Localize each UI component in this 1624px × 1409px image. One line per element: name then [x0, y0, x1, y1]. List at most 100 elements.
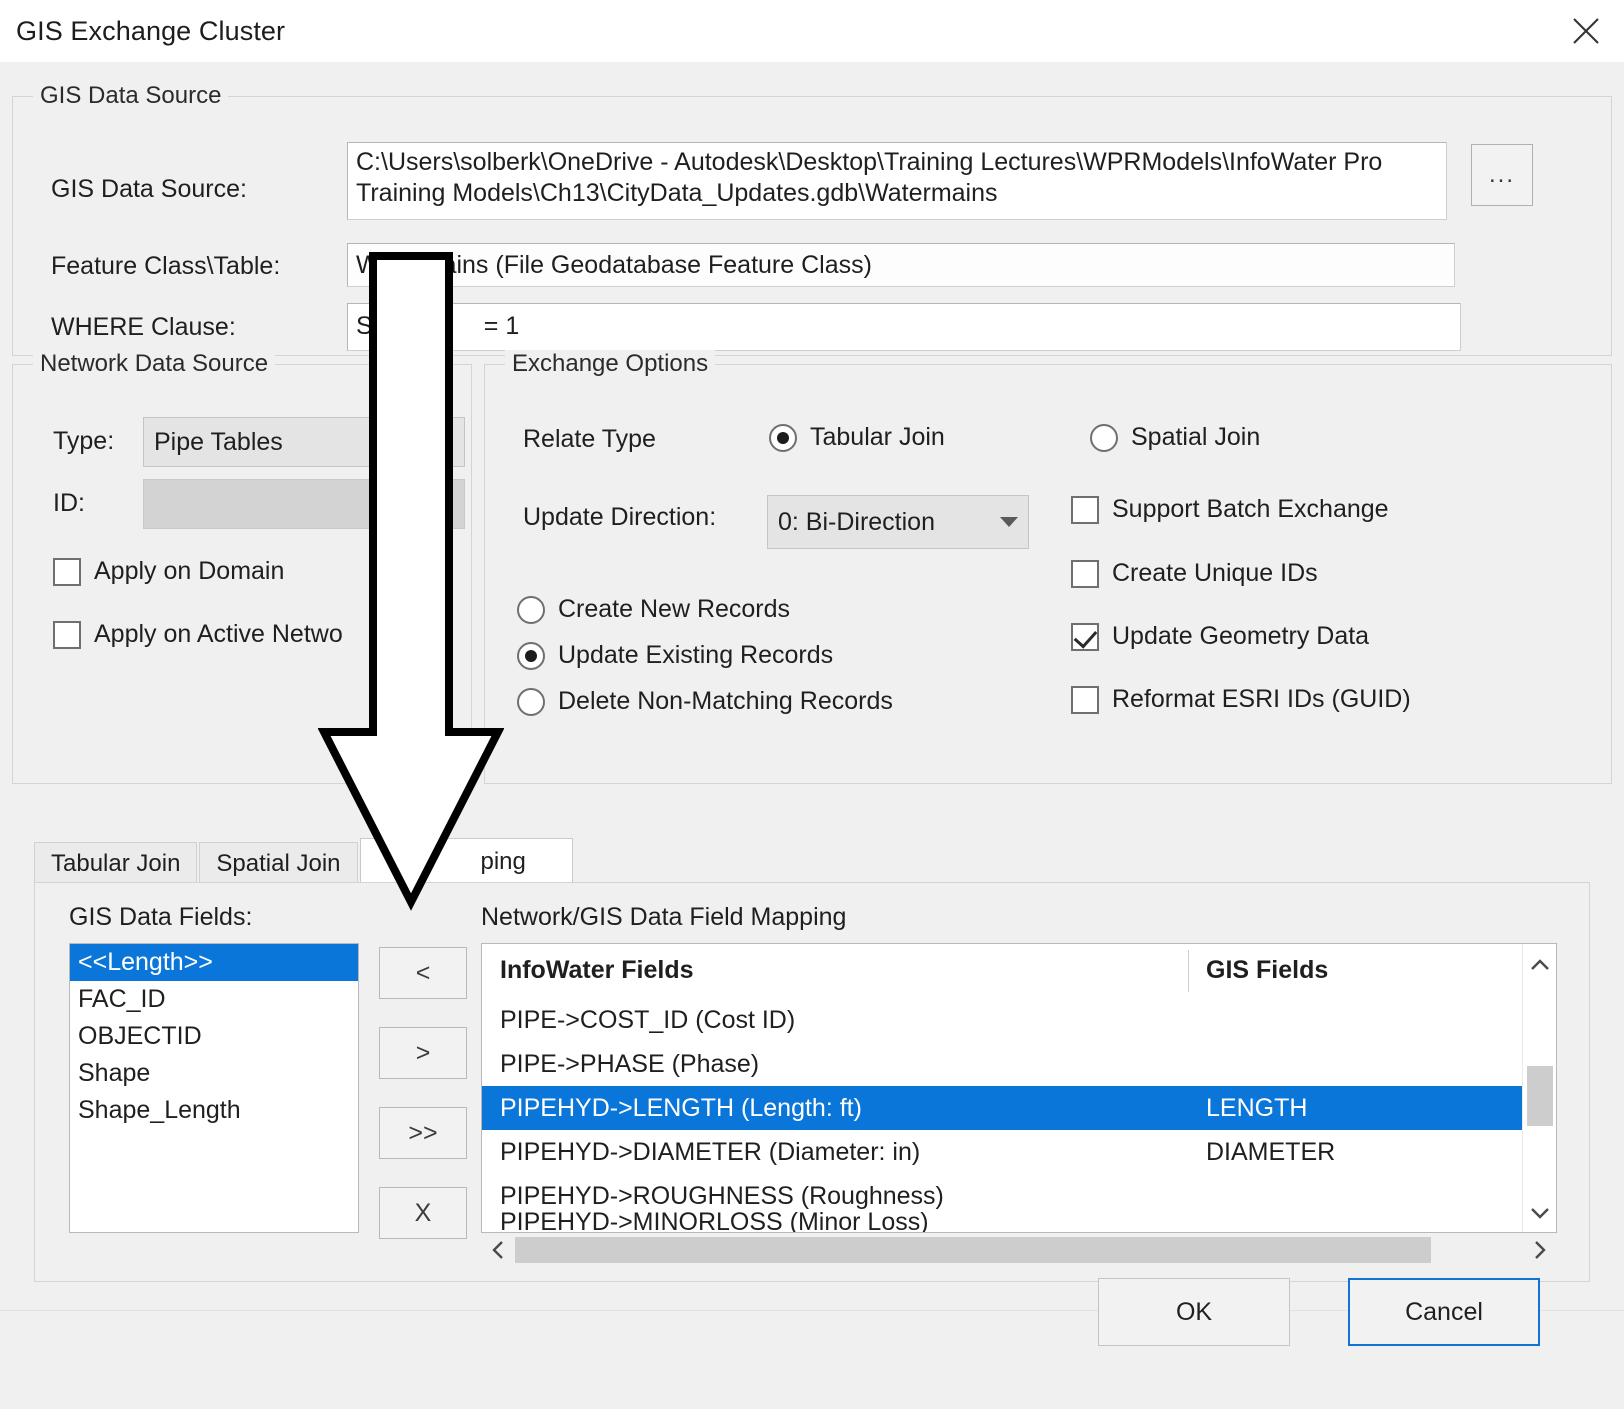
update-geometry-data-checkbox[interactable]: Update Geometry Data: [1071, 622, 1369, 651]
network-type-value: Pipe Tables: [154, 427, 283, 456]
grid-vertical-scrollbar[interactable]: [1522, 944, 1556, 1232]
tab-strip: Tabular Join Spatial Join ping: [34, 838, 575, 884]
exchange-options-legend: Exchange Options: [505, 350, 716, 378]
cancel-button[interactable]: Cancel: [1348, 1278, 1540, 1346]
reformat-esri-ids-checkbox[interactable]: Reformat ESRI IDs (GUID): [1071, 685, 1411, 714]
table-row[interactable]: PIPEHYD->DIAMETER (Diameter: in) DIAMETE…: [482, 1130, 1556, 1174]
table-row[interactable]: PIPE->PHASE (Phase): [482, 1042, 1556, 1086]
gis-data-fields-label: GIS Data Fields:: [69, 903, 253, 931]
list-item[interactable]: OBJECTID: [70, 1018, 358, 1055]
update-direction-value: 0: Bi-Direction: [778, 507, 935, 536]
update-direction-select[interactable]: 0: Bi-Direction: [767, 495, 1029, 549]
apply-on-domain-label: Apply on Domain: [94, 557, 285, 585]
scroll-down-button[interactable]: [1523, 1196, 1556, 1230]
radio-create-new-records[interactable]: Create New Records: [517, 595, 790, 624]
relate-type-label: Relate Type: [523, 425, 656, 453]
ok-button[interactable]: OK: [1098, 1278, 1290, 1346]
chevron-down-icon: [1000, 517, 1018, 527]
gis-data-source-input[interactable]: C:\Users\solberk\OneDrive - Autodesk\Des…: [347, 142, 1447, 220]
scroll-up-button[interactable]: [1523, 948, 1556, 982]
cell-gis-field: DIAMETER: [1206, 1137, 1336, 1166]
column-divider: [1188, 950, 1189, 992]
checkbox-icon: [53, 620, 81, 649]
radio-update-existing-records[interactable]: Update Existing Records: [517, 641, 833, 670]
move-all-right-button[interactable]: >>: [379, 1107, 467, 1159]
gis-exchange-cluster-dialog: GIS Exchange Cluster GIS Data Source GIS…: [0, 0, 1624, 1409]
cell-gis-field: LENGTH: [1206, 1093, 1308, 1122]
apply-on-active-network-label: Apply on Active Netwo: [94, 620, 343, 648]
radio-icon: [517, 641, 545, 670]
scroll-thumb[interactable]: [1527, 1066, 1553, 1126]
gis-data-source-legend: GIS Data Source: [33, 82, 229, 110]
radio-tabular-join[interactable]: Tabular Join: [769, 423, 945, 452]
cell-infowater-field: PIPEHYD->ROUGHNESS (Roughness): [500, 1181, 944, 1210]
table-row[interactable]: PIPEHYD->LENGTH (Length: ft) LENGTH: [482, 1086, 1556, 1130]
support-batch-exchange-checkbox[interactable]: Support Batch Exchange: [1071, 495, 1389, 524]
cell-infowater-field: PIPEHYD->LENGTH (Length: ft): [500, 1093, 862, 1122]
tabular-join-label: Tabular Join: [810, 423, 945, 451]
grid-header-row: InfoWater Fields GIS Fields: [482, 944, 1556, 998]
cell-infowater-field: PIPE->COST_ID (Cost ID): [500, 1005, 796, 1034]
network-id-input[interactable]: [143, 479, 465, 529]
scroll-right-button[interactable]: [1523, 1233, 1557, 1267]
list-item[interactable]: Shape_Length: [70, 1092, 358, 1129]
cell-infowater-field: PIPEHYD->DIAMETER (Diameter: in): [500, 1137, 921, 1166]
network-data-source-group: Network Data Source Type: Pipe Tables ID…: [12, 350, 472, 784]
cell-infowater-field: PIPEHYD->MINORLOSS (Minor Loss): [500, 1212, 929, 1233]
scroll-left-button[interactable]: [481, 1233, 515, 1267]
table-row[interactable]: PIPE->COST_ID (Cost ID): [482, 998, 1556, 1042]
feature-class-label: Feature Class\Table:: [51, 252, 281, 280]
where-clause-label: WHERE Clause:: [51, 313, 236, 341]
radio-icon: [1090, 423, 1118, 452]
list-item[interactable]: Shape: [70, 1055, 358, 1092]
checkbox-icon: [1071, 559, 1099, 588]
where-clause-input[interactable]: S = 1: [347, 303, 1461, 351]
feature-class-input[interactable]: Watermains (File Geodatabase Feature Cla…: [347, 243, 1455, 287]
move-left-button[interactable]: <: [379, 947, 467, 999]
dialog-body: GIS Data Source GIS Data Source: C:\User…: [0, 62, 1624, 1409]
radio-icon: [769, 423, 797, 452]
support-batch-exchange-label: Support Batch Exchange: [1112, 495, 1389, 523]
tab-tabular-join[interactable]: Tabular Join: [34, 842, 198, 884]
field-mapping-grid[interactable]: InfoWater Fields GIS Fields PIPE->COST_I…: [481, 943, 1557, 1233]
apply-on-domain-checkbox[interactable]: Apply on Domain: [53, 557, 284, 586]
tab-spatial-join[interactable]: Spatial Join: [199, 842, 358, 884]
title-bar: GIS Exchange Cluster: [0, 0, 1624, 62]
delete-non-matching-records-label: Delete Non-Matching Records: [558, 687, 893, 715]
gis-data-fields-listbox[interactable]: <<Length>> FAC_ID OBJECTID Shape Shape_L…: [69, 943, 359, 1233]
list-item[interactable]: <<Length>>: [70, 944, 358, 981]
table-row[interactable]: PIPEHYD->MINORLOSS (Minor Loss): [482, 1212, 1556, 1233]
list-item[interactable]: FAC_ID: [70, 981, 358, 1018]
column-header-gis-fields: GIS Fields: [1206, 956, 1329, 984]
radio-icon: [517, 595, 545, 624]
browse-button[interactable]: ...: [1471, 144, 1533, 206]
exchange-options-group: Exchange Options Relate Type Tabular Joi…: [484, 350, 1612, 784]
network-type-select[interactable]: Pipe Tables: [143, 417, 465, 467]
checkbox-icon: [1071, 622, 1099, 651]
column-header-infowater-fields: InfoWater Fields: [500, 956, 694, 984]
radio-icon: [517, 687, 545, 716]
clear-button[interactable]: X: [379, 1187, 467, 1239]
update-existing-records-label: Update Existing Records: [558, 641, 834, 669]
move-right-button[interactable]: >: [379, 1027, 467, 1079]
network-id-label: ID:: [53, 489, 85, 517]
network-data-source-legend: Network Data Source: [33, 350, 276, 378]
create-new-records-label: Create New Records: [558, 595, 791, 623]
cell-infowater-field: PIPE->PHASE (Phase): [500, 1049, 760, 1078]
update-direction-label: Update Direction:: [523, 503, 717, 531]
create-unique-ids-checkbox[interactable]: Create Unique IDs: [1071, 559, 1318, 588]
field-mapping-panel: Tabular Join Spatial Join ping GIS Data …: [12, 824, 1612, 1300]
scroll-track[interactable]: [515, 1233, 1523, 1267]
tab-field-mapping[interactable]: ping: [359, 838, 573, 884]
update-geometry-data-label: Update Geometry Data: [1112, 622, 1370, 650]
close-icon[interactable]: [1548, 0, 1624, 62]
reformat-esri-ids-label: Reformat ESRI IDs (GUID): [1112, 685, 1411, 713]
grid-horizontal-scrollbar[interactable]: [481, 1233, 1557, 1267]
radio-spatial-join[interactable]: Spatial Join: [1090, 423, 1260, 452]
radio-delete-non-matching-records[interactable]: Delete Non-Matching Records: [517, 687, 893, 716]
create-unique-ids-label: Create Unique IDs: [1112, 559, 1318, 587]
scroll-thumb[interactable]: [515, 1237, 1431, 1263]
apply-on-active-network-checkbox[interactable]: Apply on Active Netwo: [53, 620, 343, 649]
gis-data-source-label: GIS Data Source:: [51, 175, 247, 203]
checkbox-icon: [53, 557, 81, 586]
